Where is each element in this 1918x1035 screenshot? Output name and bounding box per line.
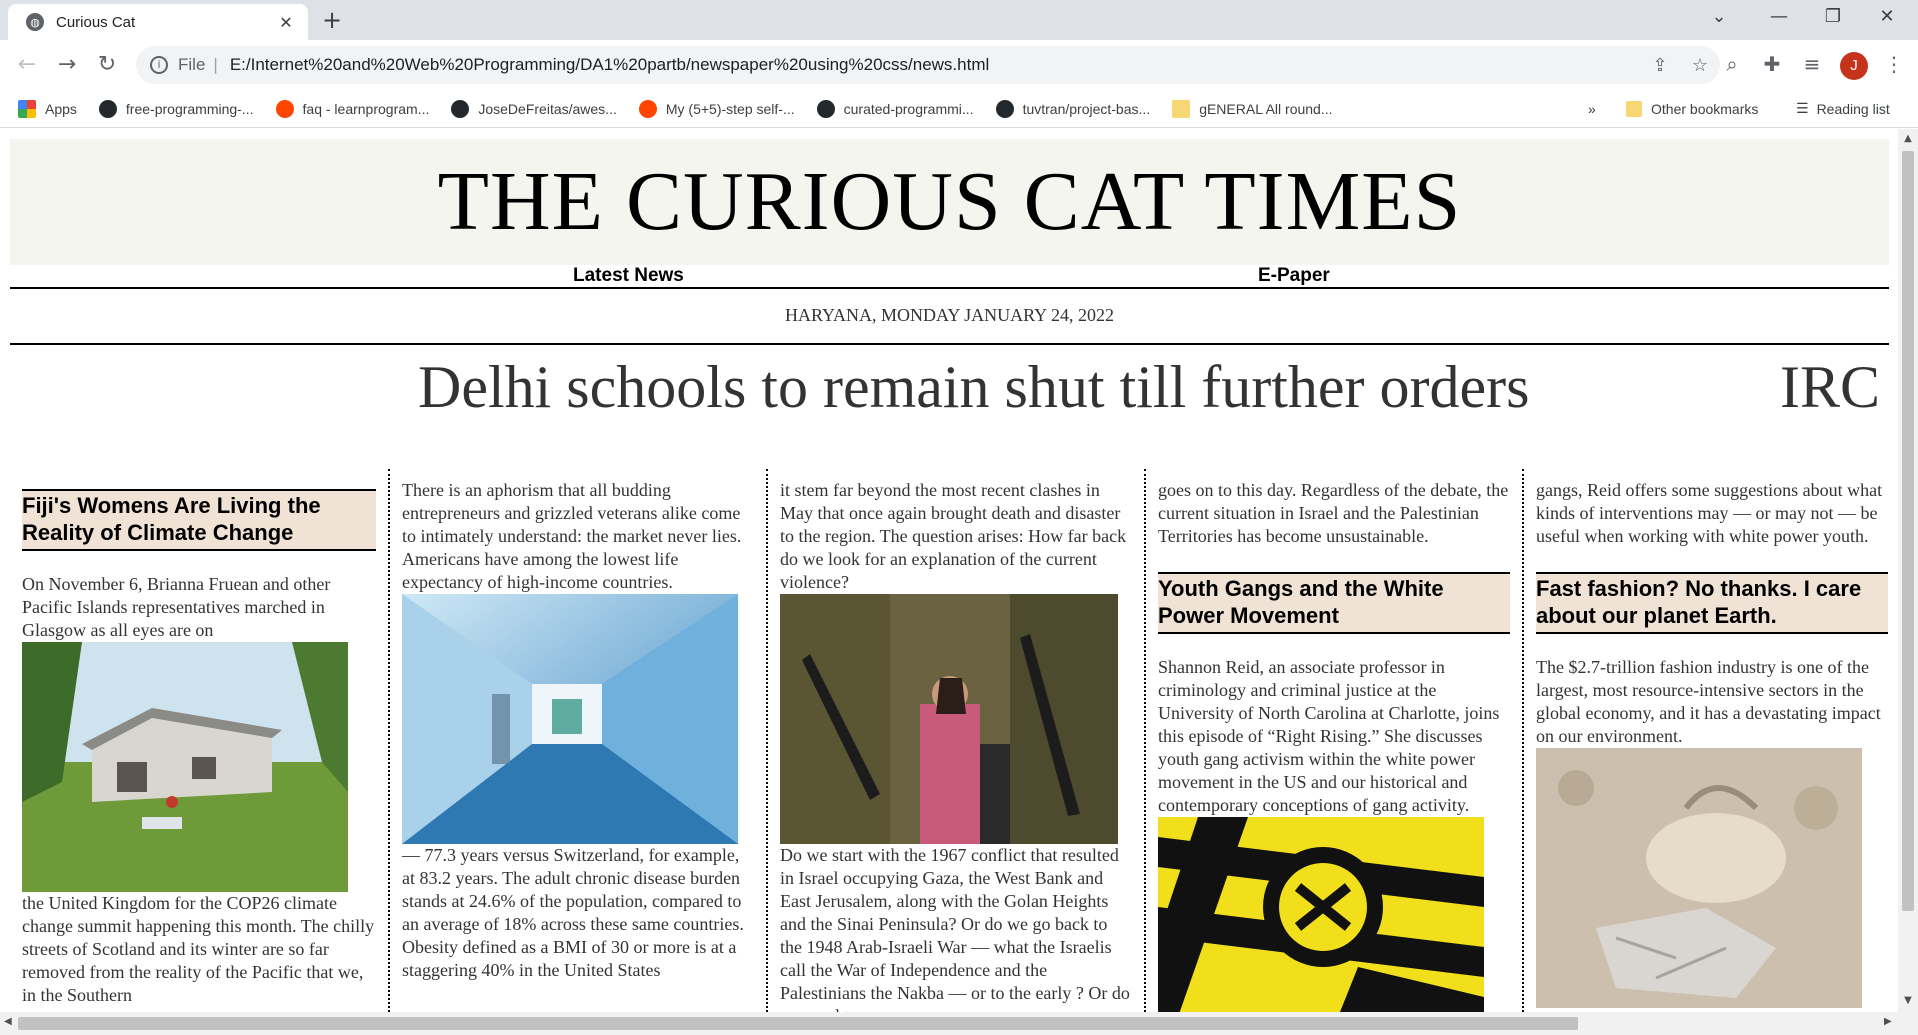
forward-icon[interactable]: → — [52, 50, 82, 80]
apps-grid-icon — [18, 99, 36, 118]
article-text: There is an aphorism that all budding en… — [402, 480, 742, 592]
bookmark-item[interactable]: free-programming-... — [98, 99, 254, 118]
column-3: it stem far beyond the most recent clash… — [766, 469, 1144, 1012]
globe-icon: ◍ — [26, 13, 44, 31]
fiji-house-photo — [22, 642, 348, 892]
new-tab-icon[interactable]: + — [322, 6, 342, 34]
url-separator: | — [213, 55, 218, 74]
other-bookmarks[interactable]: Other bookmarks — [1626, 90, 1758, 128]
extensions-puzzle-icon[interactable]: ✚ — [1757, 52, 1787, 76]
article-headline: Youth Gangs and the White Power Movement — [1158, 572, 1510, 634]
address-bar[interactable]: i File | E:/Internet%20and%20Web%20Progr… — [136, 46, 1720, 84]
reading-list[interactable]: ☰ Reading list — [1796, 90, 1890, 128]
profile-avatar[interactable]: J — [1840, 52, 1868, 80]
restore-icon[interactable]: ❐ — [1810, 6, 1856, 27]
ticker-headline: Delhi schools to remain shut till furthe… — [418, 354, 1530, 420]
article-text: it stem far beyond the most recent clash… — [780, 480, 1127, 592]
back-icon[interactable]: ← — [12, 50, 42, 80]
reload-icon[interactable]: ↻ — [92, 50, 122, 80]
article-text: gangs, Reid offers some suggestions abou… — [1536, 480, 1883, 546]
scroll-right-icon[interactable]: ▶ — [1884, 1016, 1892, 1027]
url-scheme: File — [178, 55, 206, 74]
browser-toolbar: ← → ↻ i File | E:/Internet%20and%20Web%2… — [0, 40, 1918, 90]
info-icon[interactable]: i — [150, 56, 168, 74]
article-text: the United Kingdom for the COP26 climate… — [22, 893, 375, 1005]
bookmark-item[interactable]: My (5+5)-step self-... — [638, 99, 795, 118]
vertical-scroll-thumb[interactable] — [1902, 151, 1914, 911]
site-nav: Latest News E-Paper — [10, 265, 1889, 289]
bookmark-item[interactable]: curated-programmi... — [816, 99, 974, 118]
bookmark-apps[interactable]: Apps — [18, 99, 77, 118]
tab-curious-cat[interactable]: ◍ Curious Cat ✕ — [8, 4, 308, 40]
folder-icon — [1626, 101, 1642, 117]
bookmark-item[interactable]: faq - learnprogram... — [275, 99, 429, 118]
article-text: Do we start with the 1967 conflict that … — [780, 845, 1130, 1012]
news-ticker: Delhi schools to remain shut till furthe… — [10, 347, 1889, 427]
github-icon — [995, 99, 1014, 118]
bookmarks-bar: Apps free-programming-... faq - learnpro… — [0, 90, 1918, 128]
window-close-icon[interactable]: ✕ — [1864, 6, 1910, 27]
zoom-search-icon[interactable]: ⌕ — [1717, 52, 1747, 76]
article-text: The $2.7-trillion fashion industry is on… — [1536, 657, 1881, 746]
bookmark-star-icon[interactable]: ☆ — [1680, 55, 1720, 76]
discarded-clothes-photo — [1536, 748, 1862, 1008]
nav-e-paper[interactable]: E-Paper — [1258, 265, 1330, 287]
article-text: goes on to this day. Regardless of the d… — [1158, 480, 1509, 546]
soldiers-photo — [780, 594, 1118, 844]
scroll-left-icon[interactable]: ◀ — [4, 1016, 12, 1027]
nav-latest-news[interactable]: Latest News — [573, 265, 684, 287]
github-icon — [816, 99, 835, 118]
article-text: Shannon Reid, an associate professor in … — [1158, 657, 1500, 815]
tab-close-icon[interactable]: ✕ — [274, 13, 298, 32]
horizontal-scroll-thumb[interactable] — [18, 1017, 1578, 1030]
newspaper-title: THE CURIOUS CAT TIMES — [437, 155, 1462, 248]
ticker-headline: IRC — [1780, 354, 1881, 420]
bookmarks-overflow-button[interactable]: » — [1588, 90, 1596, 128]
article-text: On November 6, Brianna Fruean and other … — [22, 574, 331, 640]
bookmark-item[interactable]: tuvtran/project-bas... — [995, 99, 1150, 118]
vertical-scrollbar[interactable]: ▲ ▼ — [1898, 129, 1918, 1012]
github-icon — [451, 99, 470, 118]
gang-emblem-graphic — [1158, 817, 1484, 1012]
article-columns: Fiji's Womens Are Living the Reality of … — [10, 469, 1889, 1012]
bookmark-folder[interactable]: gENERAL All round... — [1172, 99, 1333, 118]
reddit-icon — [275, 99, 294, 118]
reddit-icon — [638, 99, 657, 118]
column-5: gangs, Reid offers some suggestions abou… — [1522, 469, 1898, 1012]
masthead: THE CURIOUS CAT TIMES — [10, 139, 1889, 265]
column-2: There is an aphorism that all budding en… — [388, 469, 766, 1012]
share-icon[interactable]: ⇪ — [1640, 55, 1680, 76]
dateline: HARYANA, MONDAY JANUARY 24, 2022 — [10, 293, 1889, 345]
horizontal-scrollbar[interactable]: ◀ ▶ — [0, 1012, 1918, 1035]
media-queue-icon[interactable]: ≡ — [1797, 52, 1827, 76]
url-text[interactable]: E:/Internet%20and%20Web%20Programming/DA… — [230, 55, 1640, 75]
hospital-corridor-photo — [402, 594, 738, 844]
minimize-icon[interactable]: — — [1756, 6, 1802, 27]
reading-list-icon: ☰ — [1796, 101, 1809, 117]
bookmark-item[interactable]: JoseDeFreitas/awes... — [451, 99, 617, 118]
column-4: goes on to this day. Regardless of the d… — [1144, 469, 1522, 1012]
github-icon — [98, 99, 117, 118]
article-headline: Fiji's Womens Are Living the Reality of … — [22, 489, 376, 551]
article-headline: Fast fashion? No thanks. I care about ou… — [1536, 572, 1888, 634]
tab-strip: ◍ Curious Cat ✕ + ⌄ — ❐ ✕ — [0, 0, 1918, 40]
tab-search-chevron-icon[interactable]: ⌄ — [1696, 6, 1742, 27]
page-viewport: THE CURIOUS CAT TIMES Latest News E-Pape… — [0, 129, 1898, 1012]
column-1: Fiji's Womens Are Living the Reality of … — [10, 469, 388, 1012]
article-text: — 77.3 years versus Switzerland, for exa… — [402, 845, 744, 980]
scroll-up-icon[interactable]: ▲ — [1898, 133, 1918, 144]
tab-title: Curious Cat — [56, 13, 136, 31]
menu-kebab-icon[interactable]: ⋮ — [1879, 52, 1909, 76]
folder-icon — [1172, 99, 1191, 118]
scroll-down-icon[interactable]: ▼ — [1898, 995, 1918, 1006]
